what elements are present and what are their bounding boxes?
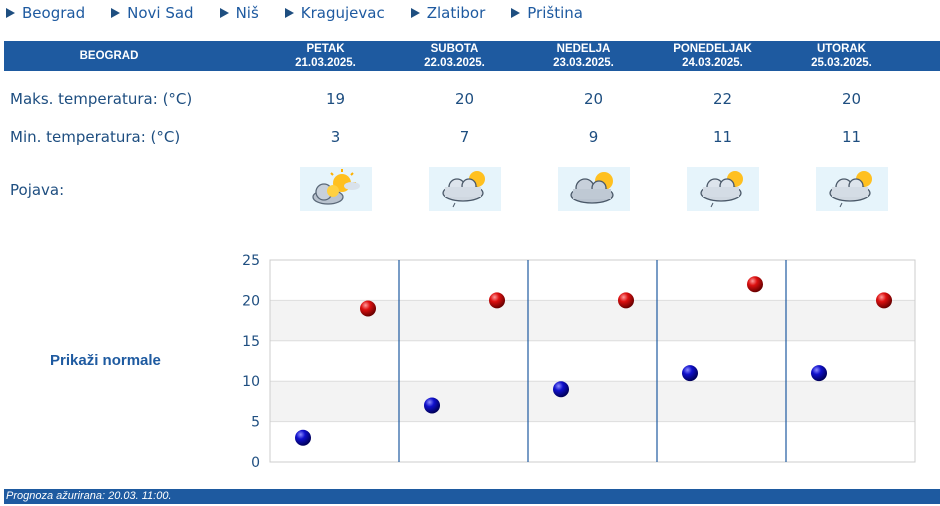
min-temp-point (682, 365, 698, 382)
max-temp-value: 19 (325, 90, 346, 108)
update-footer: Prognoza ažurirana: 20.03. 11:00. (4, 489, 940, 504)
cloud-sun-light-rain-icon (687, 167, 759, 211)
day-name: PETAK (306, 43, 345, 55)
sun-cloud-icon (300, 167, 372, 211)
max-temp-point (360, 300, 376, 317)
min-temp-value: 11 (712, 128, 733, 146)
temperature-chart: 0 5 10 15 20 25 (242, 253, 916, 470)
day-date: 23.03.2025. (553, 57, 614, 69)
arrow-right-icon (111, 8, 121, 18)
grid-band (270, 381, 915, 422)
min-temp-point (424, 397, 440, 414)
grid-band (270, 421, 915, 462)
city-name: BEOGRAD (79, 50, 139, 62)
day-name: NEDELJA (556, 43, 611, 55)
max-temp-point (747, 276, 763, 293)
min-temp-point (553, 381, 569, 398)
max-temp-value: 20 (454, 90, 475, 108)
arrow-right-icon (511, 8, 521, 18)
day-header: NEDELJA 23.03.2025. (519, 42, 648, 70)
min-temp-label: Min. temperatura: (°C) (10, 128, 181, 146)
city-nav: Beograd Novi Sad Niš Kragujevac Zlatibor… (6, 3, 609, 23)
show-normals-link[interactable]: Prikaži normale (50, 352, 161, 369)
nav-item-novi-sad[interactable]: Novi Sad (111, 4, 194, 22)
max-temp-value: 20 (583, 90, 604, 108)
max-temp-point (618, 292, 634, 309)
max-temp-value: 20 (841, 90, 862, 108)
nav-item-beograd[interactable]: Beograd (6, 4, 85, 22)
day-header: PONEDELJAK 24.03.2025. (648, 42, 777, 70)
cloud-sun-light-rain-icon (429, 167, 501, 211)
day-header: PETAK 21.03.2025. (261, 42, 390, 70)
max-temp-label: Maks. temperatura: (°C) (10, 90, 193, 108)
forecast-header: BEOGRAD PETAK 21.03.2025. SUBOTA 22.03.202… (4, 41, 940, 71)
day-header: UTORAK 25.03.2025. (777, 42, 906, 70)
min-temp-value: 3 (330, 128, 341, 146)
nav-item-zlatibor[interactable]: Zlatibor (410, 4, 486, 22)
arrow-right-icon (410, 8, 420, 18)
nav-label: Zlatibor (426, 4, 486, 22)
y-tick-label: 5 (251, 415, 260, 431)
day-header: SUBOTA 22.03.2025. (390, 42, 519, 70)
nav-label: Novi Sad (127, 4, 194, 22)
min-temp-value: 7 (459, 128, 470, 146)
phenomenon-label: Pojava: (10, 181, 65, 199)
arrow-right-icon (219, 8, 229, 18)
nav-label: Beograd (22, 4, 86, 22)
y-tick-label: 25 (242, 253, 260, 269)
cloud-sun-icon (558, 167, 630, 211)
y-tick-label: 20 (242, 293, 260, 309)
day-date: 21.03.2025. (295, 57, 356, 69)
nav-item-nis[interactable]: Niš (219, 4, 259, 22)
max-temp-point (876, 292, 892, 309)
nav-label: Niš (235, 4, 259, 22)
min-temp-value: 11 (841, 128, 862, 146)
y-tick-label: 10 (242, 374, 260, 390)
min-temp-value: 9 (588, 128, 599, 146)
nav-item-kragujevac[interactable]: Kragujevac (284, 4, 385, 22)
day-date: 24.03.2025. (682, 57, 743, 69)
y-tick-label: 15 (242, 334, 260, 350)
y-tick-label: 0 (251, 455, 260, 470)
day-date: 25.03.2025. (811, 57, 872, 69)
grid-band (270, 260, 915, 301)
min-temp-point (295, 429, 311, 446)
arrow-right-icon (284, 8, 294, 18)
nav-label: Kragujevac (300, 4, 385, 22)
day-date: 22.03.2025. (424, 57, 485, 69)
day-name: UTORAK (817, 43, 866, 55)
nav-label: Priština (527, 4, 583, 22)
max-temp-value: 22 (712, 90, 733, 108)
max-temp-point (489, 292, 505, 309)
day-name: SUBOTA (430, 43, 479, 55)
day-name: PONEDELJAK (673, 43, 752, 55)
min-temp-point (811, 365, 827, 382)
cloud-sun-light-rain-icon (816, 167, 888, 211)
arrow-right-icon (6, 8, 15, 18)
nav-item-pristina[interactable]: Priština (511, 4, 583, 22)
